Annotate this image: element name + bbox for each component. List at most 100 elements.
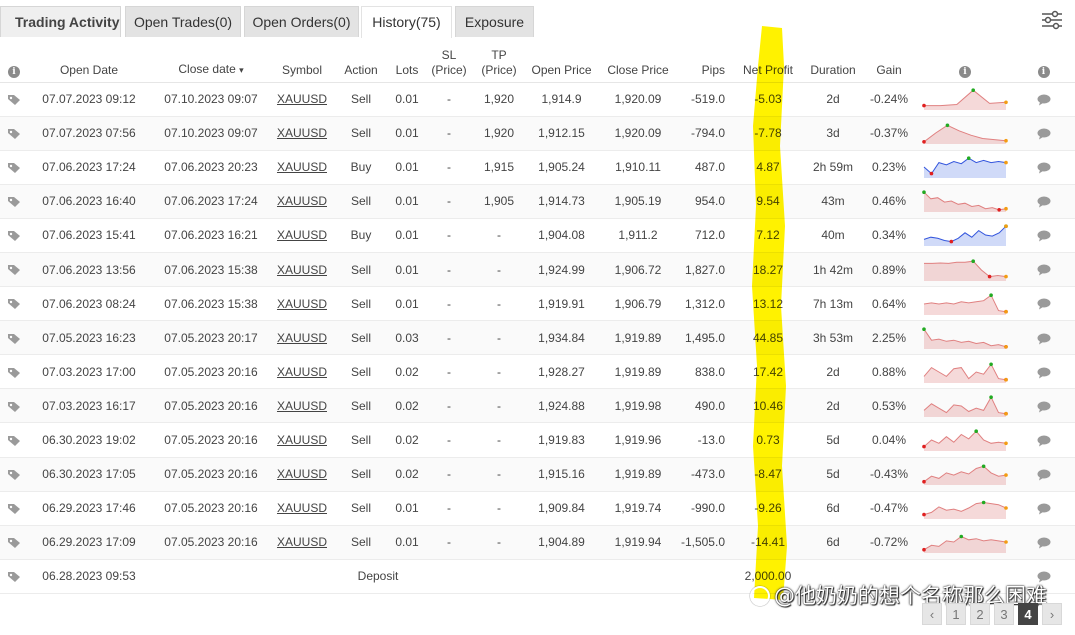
- table-row[interactable]: 06.29.2023 17:46 07.05.2023 20:16 XAUUSD Se…: [0, 491, 1075, 526]
- trade-sparkline[interactable]: [921, 187, 1009, 215]
- filter-settings-icon[interactable]: [1041, 10, 1063, 30]
- trade-sparkline[interactable]: [921, 221, 1009, 249]
- comment-icon[interactable]: [1037, 94, 1051, 106]
- tag-icon[interactable]: [7, 128, 21, 140]
- trade-sparkline[interactable]: [921, 392, 1009, 420]
- comment-icon[interactable]: [1037, 503, 1051, 515]
- tp-price: -: [474, 218, 524, 253]
- comment-icon[interactable]: [1037, 264, 1051, 276]
- table-row[interactable]: 07.06.2023 13:56 07.06.2023 15:38 XAUUSD Se…: [0, 252, 1075, 288]
- symbol-link[interactable]: XAUUSD: [277, 92, 327, 106]
- header-tp[interactable]: TP (Price): [474, 38, 524, 83]
- trade-sparkline[interactable]: [921, 358, 1009, 386]
- pager-page-4[interactable]: 4: [1018, 603, 1038, 625]
- info-icon[interactable]: i: [8, 65, 20, 78]
- pager-page-1[interactable]: 1: [946, 603, 966, 625]
- table-row[interactable]: 07.07.2023 09:12 07.10.2023 09:07 XAUUSD Se…: [0, 82, 1075, 117]
- header-pips[interactable]: Pips: [677, 38, 731, 83]
- pager-prev-button[interactable]: ‹: [922, 603, 942, 625]
- tag-icon[interactable]: [7, 230, 21, 242]
- tag-icon[interactable]: [7, 571, 21, 583]
- comment-icon[interactable]: [1037, 435, 1051, 447]
- tag-icon[interactable]: [7, 401, 21, 413]
- pager-page-2[interactable]: 2: [970, 603, 990, 625]
- trade-sparkline[interactable]: [921, 460, 1009, 488]
- tab-open-trades[interactable]: Open Trades(0): [125, 6, 241, 37]
- header-duration[interactable]: Duration: [805, 38, 861, 83]
- pager-page-3[interactable]: 3: [994, 603, 1014, 625]
- symbol-link[interactable]: XAUUSD: [277, 399, 327, 413]
- tag-icon[interactable]: [7, 367, 21, 379]
- trade-sparkline[interactable]: [921, 153, 1009, 181]
- tag-icon[interactable]: [7, 469, 21, 481]
- trade-sparkline[interactable]: [921, 494, 1009, 522]
- comment-icon[interactable]: [1037, 333, 1051, 345]
- tag-icon[interactable]: [7, 435, 21, 447]
- trade-sparkline[interactable]: [921, 256, 1009, 284]
- trade-sparkline[interactable]: [921, 528, 1009, 556]
- tab-open-orders[interactable]: Open Orders(0): [244, 6, 359, 37]
- header-gain[interactable]: Gain: [861, 38, 917, 83]
- comment-icon[interactable]: [1037, 367, 1051, 379]
- header-open-date[interactable]: Open Date: [28, 38, 150, 83]
- trade-sparkline[interactable]: [921, 290, 1009, 318]
- tag-icon[interactable]: [7, 162, 21, 174]
- tag-icon[interactable]: [7, 537, 21, 549]
- tag-icon[interactable]: [7, 94, 21, 106]
- table-row[interactable]: 07.05.2023 16:23 07.05.2023 20:17 XAUUSD Se…: [0, 320, 1075, 356]
- table-row[interactable]: 07.07.2023 07:56 07.10.2023 09:07 XAUUSD Se…: [0, 116, 1075, 151]
- comment-icon[interactable]: [1037, 401, 1051, 413]
- tab-history[interactable]: History(75): [361, 6, 452, 38]
- comment-icon[interactable]: [1037, 469, 1051, 481]
- header-open-price[interactable]: Open Price: [524, 38, 599, 83]
- tab-exposure[interactable]: Exposure: [455, 6, 534, 37]
- table-row[interactable]: 07.06.2023 15:41 07.06.2023 16:21 XAUUSD Bu…: [0, 218, 1075, 253]
- trade-sparkline[interactable]: [921, 119, 1009, 147]
- comment-icon[interactable]: [1037, 537, 1051, 549]
- header-net-profit[interactable]: Net Profit: [731, 38, 805, 83]
- symbol-link[interactable]: XAUUSD: [277, 501, 327, 515]
- tag-icon[interactable]: [7, 503, 21, 515]
- symbol-link[interactable]: XAUUSD: [277, 228, 327, 242]
- symbol-link[interactable]: XAUUSD: [277, 160, 327, 174]
- table-row[interactable]: 07.06.2023 08:24 07.06.2023 15:38 XAUUSD Se…: [0, 286, 1075, 322]
- symbol-link[interactable]: XAUUSD: [277, 126, 327, 140]
- symbol-link[interactable]: XAUUSD: [277, 297, 327, 311]
- header-action[interactable]: Action: [332, 38, 390, 83]
- comment-icon[interactable]: [1037, 128, 1051, 140]
- symbol-link[interactable]: XAUUSD: [277, 467, 327, 481]
- trade-sparkline[interactable]: [921, 85, 1009, 113]
- header-sl[interactable]: SL (Price): [424, 38, 474, 83]
- symbol-link[interactable]: XAUUSD: [277, 535, 327, 549]
- symbol-link[interactable]: XAUUSD: [277, 194, 327, 208]
- tag-icon[interactable]: [7, 196, 21, 208]
- table-row[interactable]: 06.30.2023 19:02 07.05.2023 20:16 XAUUSD Se…: [0, 422, 1075, 458]
- symbol-link[interactable]: XAUUSD: [277, 331, 327, 345]
- comment-icon[interactable]: [1037, 230, 1051, 242]
- info-icon[interactable]: i: [1037, 65, 1050, 78]
- comment-icon[interactable]: [1037, 162, 1051, 174]
- header-symbol[interactable]: Symbol: [272, 38, 332, 83]
- pager-next-button[interactable]: ›: [1042, 603, 1062, 625]
- symbol-link[interactable]: XAUUSD: [277, 263, 327, 277]
- tag-icon[interactable]: [7, 298, 21, 310]
- symbol-link[interactable]: XAUUSD: [277, 365, 327, 379]
- header-lots[interactable]: Lots: [390, 38, 424, 83]
- tag-icon[interactable]: [7, 333, 21, 345]
- comment-icon[interactable]: [1037, 196, 1051, 208]
- header-close-price[interactable]: Close Price: [599, 38, 677, 83]
- tag-icon[interactable]: [7, 264, 21, 276]
- symbol-link[interactable]: XAUUSD: [277, 433, 327, 447]
- header-close-date[interactable]: Close date ▾: [150, 38, 272, 83]
- table-row[interactable]: 07.03.2023 16:17 07.05.2023 20:16 XAUUSD Se…: [0, 388, 1075, 424]
- trade-sparkline[interactable]: [921, 324, 1009, 352]
- table-row[interactable]: 07.06.2023 17:24 07.06.2023 20:23 XAUUSD Bu…: [0, 150, 1075, 185]
- table-row[interactable]: 07.06.2023 16:40 07.06.2023 17:24 XAUUSD Se…: [0, 184, 1075, 219]
- table-row[interactable]: 07.03.2023 17:00 07.05.2023 20:16 XAUUSD Se…: [0, 354, 1075, 390]
- info-icon[interactable]: i: [959, 65, 971, 78]
- table-row[interactable]: 06.29.2023 17:09 07.05.2023 20:16 XAUUSD Se…: [0, 525, 1075, 560]
- trade-sparkline[interactable]: [921, 426, 1009, 454]
- comment-icon[interactable]: [1037, 298, 1051, 310]
- tp-price: -: [474, 252, 524, 288]
- table-row[interactable]: 06.30.2023 17:05 07.05.2023 20:16 XAUUSD Se…: [0, 457, 1075, 492]
